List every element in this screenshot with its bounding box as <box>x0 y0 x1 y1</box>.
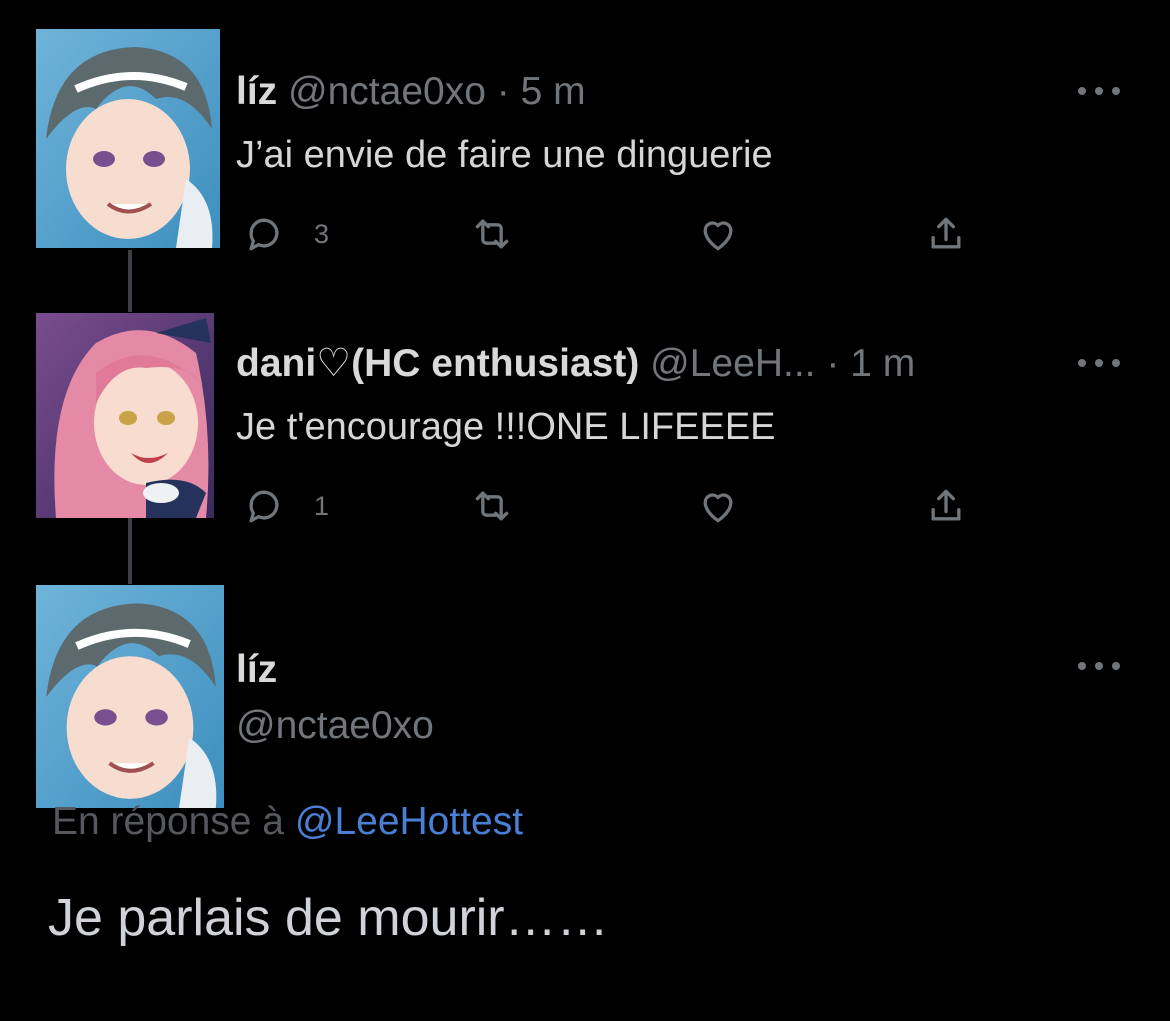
tweet-text: J’ai envie de faire une dinguerie <box>236 134 773 176</box>
avatar[interactable] <box>36 29 220 248</box>
share-button[interactable] <box>924 212 968 256</box>
tweet-header: líz @nctae0xo · 5 m <box>236 72 586 111</box>
avatar[interactable] <box>36 313 214 518</box>
like-button[interactable] <box>696 484 740 528</box>
like-button[interactable] <box>696 212 740 256</box>
heart-icon <box>703 493 733 523</box>
retweet-button[interactable] <box>470 484 514 528</box>
user-handle[interactable]: @nctae0xo <box>288 70 486 113</box>
retweet-icon <box>475 491 509 521</box>
reply-count: 1 <box>314 490 330 521</box>
separator: · <box>826 342 840 385</box>
more-options-icon[interactable] <box>1078 660 1120 672</box>
timestamp[interactable]: 5 m <box>521 70 586 113</box>
reply-button[interactable]: 3 <box>242 212 329 256</box>
reply-icon <box>249 218 279 251</box>
user-handle[interactable]: @LeeH... <box>650 342 815 385</box>
share-icon <box>931 217 961 249</box>
focused-tweet-text: Je parlais de mourir…… <box>48 889 609 947</box>
focused-user-handle[interactable]: @nctae0xo <box>236 706 434 745</box>
retweet-icon <box>475 219 509 249</box>
display-name[interactable]: líz <box>236 70 277 113</box>
avatar[interactable] <box>36 585 224 808</box>
reply-prefix: En réponse à <box>52 800 285 843</box>
reply-count: 3 <box>314 218 330 249</box>
heart-icon <box>703 221 733 251</box>
more-options-icon[interactable] <box>1078 85 1120 97</box>
more-options-icon[interactable] <box>1078 357 1120 369</box>
reply-icon <box>249 490 279 523</box>
reply-context: En réponse à @LeeHottest <box>52 800 523 844</box>
focused-display-name[interactable]: líz <box>236 650 277 689</box>
tweet-text: Je t'encourage !!!ONE LIFEEEE <box>236 406 776 448</box>
reply-mention-link[interactable]: @LeeHottest <box>295 800 523 843</box>
timestamp[interactable]: 1 m <box>850 342 915 385</box>
tweet-header: dani♡(HC enthusiast) @LeeH... · 1 m <box>236 344 915 383</box>
thread-connector-line <box>128 518 132 584</box>
share-button[interactable] <box>924 484 968 528</box>
share-icon <box>931 489 961 521</box>
thread-connector-line <box>128 250 132 312</box>
retweet-button[interactable] <box>470 212 514 256</box>
separator: · <box>496 70 510 113</box>
reply-button[interactable]: 1 <box>242 484 329 528</box>
display-name[interactable]: dani♡(HC enthusiast) <box>236 342 639 385</box>
